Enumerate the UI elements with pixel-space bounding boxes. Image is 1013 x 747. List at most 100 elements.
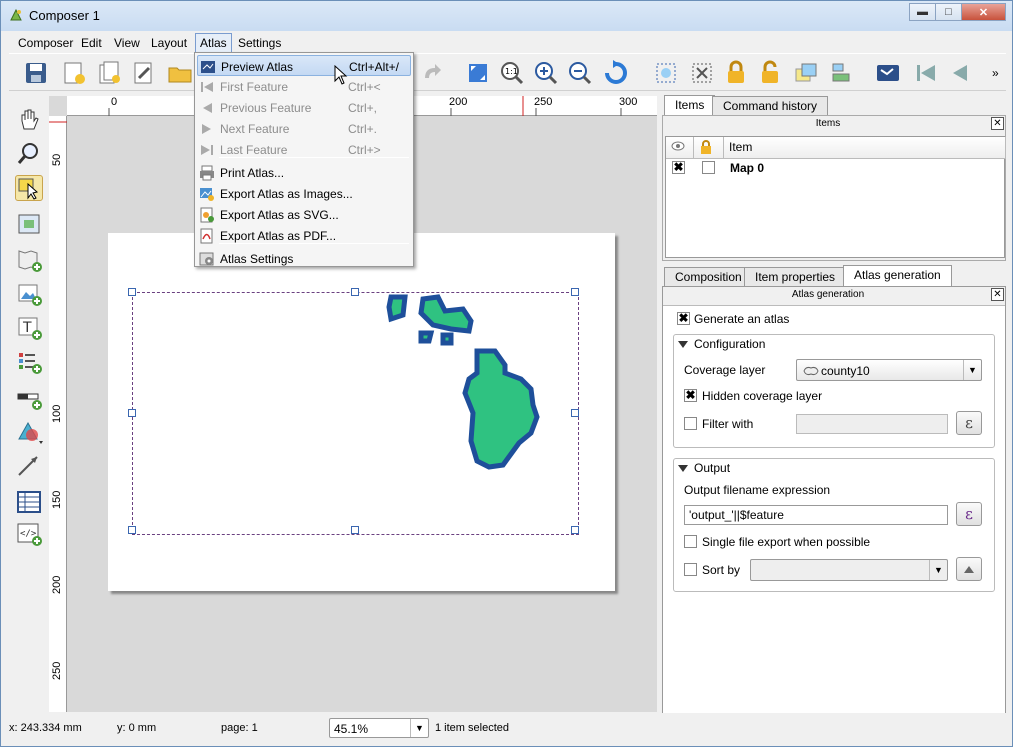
select-all-icon[interactable] — [653, 60, 679, 86]
resize-handle-ne[interactable] — [571, 288, 579, 296]
coverage-layer-combo[interactable]: county10 ▼ — [796, 359, 982, 381]
unlock-icon[interactable] — [757, 60, 783, 86]
item-column-header[interactable]: Item — [724, 137, 1006, 159]
maximize-button[interactable]: □ — [935, 3, 962, 21]
configuration-title-text: Configuration — [694, 337, 766, 351]
resize-handle-nw[interactable] — [128, 288, 136, 296]
visibility-column-header[interactable] — [666, 137, 694, 159]
print-icon — [200, 165, 214, 181]
tab-atlas-generation[interactable]: Atlas generation — [843, 265, 952, 286]
hawaii-map-content — [386, 294, 540, 470]
pan-icon[interactable] — [15, 107, 43, 133]
align-items-icon[interactable] — [829, 60, 855, 86]
atlas-panel-close-icon[interactable]: ✕ — [991, 288, 1004, 301]
zoom-value: 45.1% — [334, 722, 369, 736]
atlas-menu-item-preview-atlas[interactable]: Preview Atlas Ctrl+Alt+/ — [197, 55, 411, 76]
duplicate-composer-icon[interactable] — [97, 60, 123, 86]
save-icon[interactable] — [23, 60, 49, 86]
add-scalebar-icon[interactable] — [15, 385, 43, 411]
map-item[interactable] — [132, 292, 579, 535]
hidden-coverage-checkbox[interactable]: ✖ — [684, 389, 697, 402]
resize-handle-s[interactable] — [351, 526, 359, 534]
menu-settings[interactable]: Settings — [234, 34, 285, 52]
resize-handle-e[interactable] — [571, 409, 579, 417]
tab-composition[interactable]: Composition — [664, 267, 753, 287]
zoom-tool-icon[interactable] — [15, 141, 43, 167]
cursor-y-readout: y: 0 mm — [117, 722, 157, 734]
redo-icon[interactable] — [419, 60, 445, 86]
resize-handle-w[interactable] — [128, 409, 136, 417]
lock-icon[interactable] — [723, 60, 749, 86]
atlas-menu-item-print-atlas[interactable]: Print Atlas... — [197, 162, 411, 183]
new-composer-icon[interactable] — [61, 60, 87, 86]
atlas-preview-toolbar-icon[interactable] — [875, 60, 901, 86]
atlas-first-icon[interactable] — [913, 60, 939, 86]
add-html-frame-icon[interactable]: </> — [15, 521, 43, 547]
single-file-checkbox[interactable] — [684, 535, 697, 548]
resize-handle-sw[interactable] — [128, 526, 136, 534]
composer-manager-icon[interactable] — [131, 60, 157, 86]
filter-with-checkbox[interactable] — [684, 417, 697, 430]
zoom-in-icon[interactable] — [533, 60, 559, 86]
h-ruler-label: 250 — [534, 96, 553, 108]
close-button[interactable]: ✕ — [961, 3, 1006, 21]
tab-item-properties[interactable]: Item properties — [744, 267, 847, 287]
add-attribute-table-icon[interactable] — [15, 489, 43, 515]
sort-by-combo[interactable]: ▼ — [750, 559, 948, 581]
toolbar-overflow-icon[interactable]: » — [992, 66, 999, 80]
resize-handle-n[interactable] — [351, 288, 359, 296]
atlas-menu-item-export-atlas-as-svg[interactable]: Export Atlas as SVG... — [197, 204, 411, 225]
sort-by-checkbox[interactable] — [684, 563, 697, 576]
raise-items-icon[interactable] — [793, 60, 819, 86]
output-filename-input[interactable]: 'output_'||$feature — [684, 505, 948, 525]
generate-atlas-checkbox[interactable]: ✖ — [677, 312, 690, 325]
atlas-menu-item-atlas-settings[interactable]: Atlas Settings — [197, 248, 411, 269]
output-title[interactable]: Output — [678, 461, 730, 475]
filter-expression-button[interactable]: ε — [956, 411, 982, 435]
lock-column-header[interactable] — [694, 137, 724, 159]
add-map-icon[interactable] — [15, 247, 43, 273]
menu-edit[interactable]: Edit — [77, 34, 106, 52]
output-expression-button[interactable]: ε — [956, 502, 982, 526]
zoom-actual-icon[interactable]: 1:1 — [499, 60, 525, 86]
move-content-icon[interactable] — [15, 211, 43, 237]
zoom-full-icon[interactable] — [465, 60, 491, 86]
add-image-icon[interactable] — [15, 281, 43, 307]
zoom-out-icon[interactable] — [567, 60, 593, 86]
atlas-menu-item-export-atlas-as-images[interactable]: Export Atlas as Images... — [197, 183, 411, 204]
item-lock-checkbox[interactable] — [702, 161, 715, 174]
menu-layout[interactable]: Layout — [147, 34, 191, 52]
tab-command-history[interactable]: Command history — [712, 96, 829, 116]
menu-composer[interactable]: Composer — [14, 34, 77, 52]
composer-page[interactable] — [108, 233, 615, 591]
atlas-menu-item-shortcut: Ctrl+> — [348, 143, 381, 157]
atlas-previous-icon[interactable] — [947, 60, 973, 86]
items-panel-close-icon[interactable]: ✕ — [991, 117, 1004, 130]
tab-items[interactable]: Items — [664, 95, 716, 116]
selection-status: 1 item selected — [435, 722, 509, 734]
item-visible-checkbox[interactable]: ✖ — [672, 161, 685, 174]
atlas-settings-icon — [199, 252, 214, 266]
table-row[interactable]: ✖ Map 0 — [666, 159, 1004, 177]
add-legend-icon[interactable] — [15, 349, 43, 375]
configuration-title[interactable]: Configuration — [678, 337, 765, 351]
items-tree[interactable]: Item ✖ Map 0 — [665, 136, 1006, 258]
minimize-button[interactable]: ▬ — [909, 3, 936, 21]
menu-view[interactable]: View — [110, 34, 144, 52]
zoom-combo[interactable]: 45.1% ▼ — [329, 718, 429, 738]
filter-expression-input[interactable] — [796, 414, 948, 434]
select-move-tool[interactable] — [15, 175, 43, 201]
svg-text:1:1: 1:1 — [505, 67, 518, 76]
title-bar[interactable]: Composer 1 ▬ □ ✕ — [1, 1, 1012, 31]
menu-atlas[interactable]: Atlas — [195, 33, 232, 53]
refresh-icon[interactable] — [603, 60, 629, 86]
add-shape-icon[interactable] — [15, 419, 43, 445]
add-label-icon[interactable]: T — [15, 315, 43, 341]
resize-handle-se[interactable] — [571, 526, 579, 534]
atlas-menu-item-shortcut: Ctrl+, — [348, 101, 378, 115]
deselect-icon[interactable] — [689, 60, 715, 86]
add-arrow-icon[interactable] — [15, 453, 43, 479]
sort-ascending-button[interactable] — [956, 557, 982, 581]
open-template-icon[interactable] — [167, 60, 193, 86]
configuration-group: Configuration Coverage layer county10 ▼ … — [673, 334, 995, 448]
